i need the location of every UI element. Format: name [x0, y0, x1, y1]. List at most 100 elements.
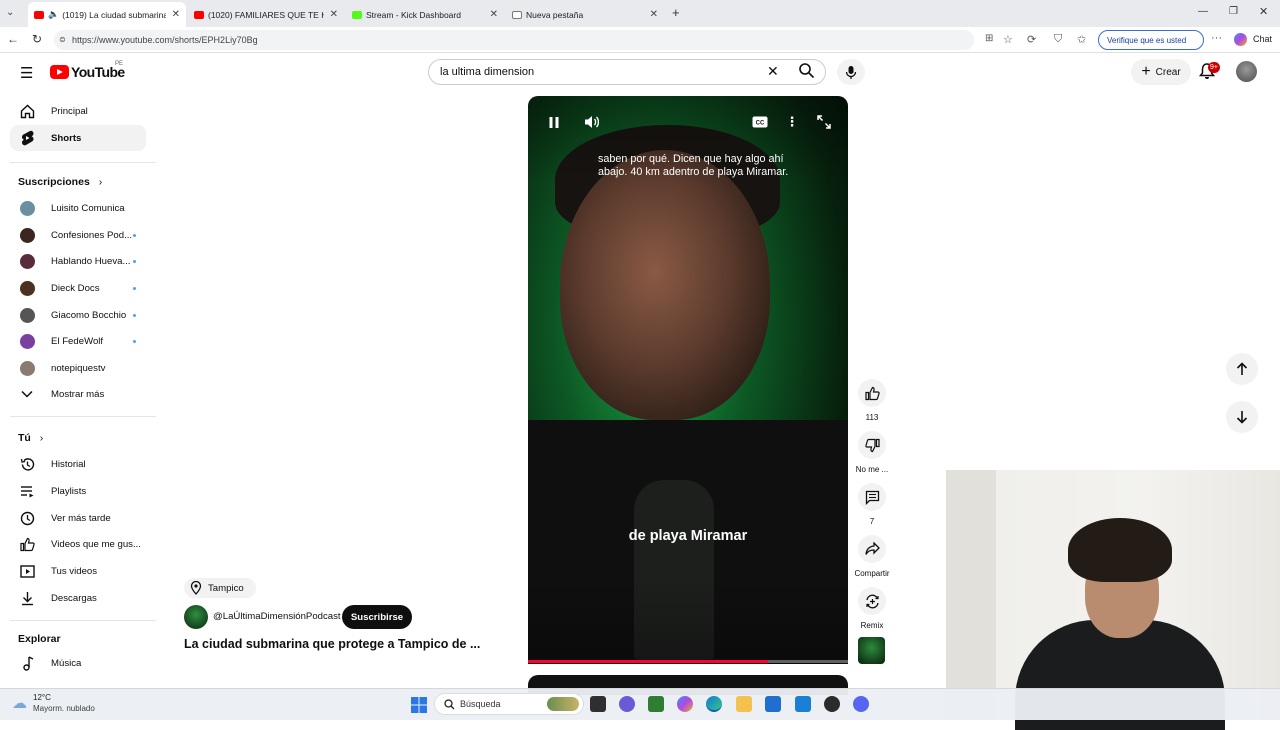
back-arrow-icon[interactable]: ← [7, 32, 19, 46]
microsoft-store-icon[interactable] [765, 696, 781, 712]
like-count: 113 [865, 413, 879, 422]
mail-icon[interactable] [795, 696, 811, 712]
close-tab-icon[interactable]: ✕ [650, 9, 658, 20]
weather-temperature[interactable]: 12°C [33, 693, 51, 702]
video-progress-bar[interactable] [528, 660, 848, 663]
sound-thumbnail[interactable] [858, 637, 885, 664]
verify-identity-chip[interactable]: Verifique que es usted [1098, 30, 1204, 50]
tab-youtube-familiares[interactable]: (1020) FAMILIARES QUE TE HACEN ✕ [188, 2, 344, 27]
sidebar-sub-confesiones[interactable]: Confesiones Pod... [10, 222, 146, 248]
remix-button[interactable] [858, 587, 886, 615]
fullscreen-icon[interactable] [813, 111, 835, 133]
sidebar-item-liked-videos[interactable]: Videos que me gus... [10, 531, 146, 557]
subscribe-button[interactable]: Suscribirse [342, 605, 412, 629]
close-window-icon[interactable]: ✕ [1259, 5, 1268, 18]
sidebar-item-playlists[interactable]: Playlists [10, 478, 146, 504]
more-options-icon[interactable]: ··· [1211, 32, 1222, 44]
sidebar-item-shorts[interactable]: Shorts [10, 125, 146, 151]
create-button[interactable]: + Crear [1131, 59, 1191, 85]
sidebar-item-historial[interactable]: Historial [10, 451, 146, 477]
new-content-dot [133, 286, 136, 290]
obs-studio-icon[interactable] [824, 696, 840, 712]
sidebar-sub-el-fedewolf[interactable]: El FedeWolf [10, 328, 146, 354]
sidebar-sub-hablando-huevadas[interactable]: Hablando Hueva... [10, 248, 146, 274]
reload-icon[interactable]: ↻ [32, 32, 42, 46]
channel-handle[interactable]: @LaÚltimaDimensiónPodcast [213, 611, 341, 622]
extensions-icon[interactable]: ⟳ [1027, 33, 1036, 46]
share-button[interactable] [858, 535, 886, 563]
dislike-button[interactable] [858, 431, 886, 459]
close-tab-icon[interactable]: ✕ [172, 9, 180, 20]
browser-essentials-icon[interactable]: ⛉ [1054, 33, 1062, 46]
sidebar-item-descargas[interactable]: Descargas [10, 585, 146, 611]
channel-avatar[interactable] [184, 605, 208, 629]
address-bar[interactable]: ⊜ https://www.youtube.com/shorts/EPH2Liy… [54, 30, 974, 50]
sidebar-item-principal[interactable]: Principal [10, 98, 146, 124]
tab-kick-dashboard[interactable]: Stream - Kick Dashboard ✕ [346, 2, 504, 27]
sidebar-item-ver-mas-tarde[interactable]: Ver más tarde [10, 505, 146, 531]
favorites-icon[interactable]: ✩ [1077, 33, 1086, 46]
sidebar-show-more[interactable]: Mostrar más [10, 381, 146, 407]
sidebar-sub-dieck-docs[interactable]: Dieck Docs [10, 275, 146, 301]
sidebar-sub-luisito-comunica[interactable]: Luisito Comunica [10, 195, 146, 221]
chevron-down-icon [19, 386, 35, 402]
subscriptions-heading[interactable]: Suscripciones › [18, 176, 102, 188]
sidebar-item-musica[interactable]: Música [10, 650, 146, 676]
weather-description[interactable]: Mayorm. nublado [33, 704, 95, 713]
short-title[interactable]: La ciudad submarina que protege a Tampic… [184, 637, 494, 651]
previous-short-button[interactable] [1226, 353, 1258, 385]
clear-search-icon[interactable]: ✕ [767, 63, 779, 80]
sidebar-sub-notepiquestv[interactable]: notepiquestv [10, 355, 146, 381]
remix-label: Remix [860, 621, 884, 630]
tab-new-tab[interactable]: Nueva pestaña ✕ [506, 2, 664, 27]
restore-window-icon[interactable]: ❐ [1229, 6, 1238, 17]
windows-start-icon[interactable] [411, 697, 427, 718]
search-query-text: la ultima dimension [440, 66, 535, 78]
close-tab-icon[interactable]: ✕ [330, 9, 338, 20]
search-icon[interactable] [798, 62, 815, 84]
notification-count-badge: 9+ [1208, 62, 1220, 73]
thumbs-up-icon [864, 386, 880, 400]
account-avatar[interactable] [1236, 61, 1257, 82]
new-tab-plus-icon[interactable]: + [672, 5, 680, 20]
audio-playing-icon[interactable]: 🔈 [48, 9, 59, 20]
video-more-options-icon[interactable]: ⋮ [781, 111, 803, 133]
favorite-star-icon[interactable]: ☆ [1003, 33, 1013, 46]
discord-icon[interactable] [853, 696, 869, 712]
voice-search-button[interactable] [837, 59, 865, 85]
file-explorer-icon[interactable] [736, 696, 752, 712]
explore-heading: Explorar [18, 633, 61, 645]
app-available-icon[interactable]: ⊞ [985, 33, 993, 44]
you-heading[interactable]: Tú › [18, 432, 43, 444]
edge-browser-icon[interactable] [706, 696, 722, 712]
sidebar-item-label: Luisito Comunica [51, 202, 125, 214]
copilot-icon[interactable] [1234, 33, 1247, 46]
excel-icon[interactable] [648, 696, 664, 712]
task-view-icon[interactable] [590, 696, 606, 712]
sidebar-item-label: Historial [51, 458, 86, 470]
sidebar-sub-giacomo-bocchio[interactable]: Giacomo Bocchio [10, 302, 146, 328]
chat-label[interactable]: Chat [1253, 34, 1272, 44]
copilot-taskbar-icon[interactable] [677, 696, 693, 712]
close-tab-icon[interactable]: ✕ [490, 9, 498, 20]
comment-icon [865, 490, 879, 505]
location-chip[interactable]: Tampico [184, 578, 256, 598]
guide-menu-icon[interactable]: ☰ [20, 64, 33, 82]
closed-captions-icon[interactable]: CC [749, 111, 771, 133]
pause-icon[interactable] [543, 111, 565, 133]
comments-button[interactable] [858, 483, 886, 511]
volume-icon[interactable] [581, 111, 603, 133]
teams-chat-icon[interactable] [619, 696, 635, 712]
taskbar-search-box[interactable]: Búsqueda [434, 693, 584, 715]
sidebar-item-label: Videos que me gus... [51, 538, 141, 550]
minimize-window-icon[interactable]: — [1198, 6, 1208, 17]
next-short-button[interactable] [1226, 401, 1258, 433]
like-button[interactable] [858, 379, 886, 407]
tab-title: (1020) FAMILIARES QUE TE HACEN [208, 9, 324, 20]
sidebar-item-tus-videos[interactable]: Tus videos [10, 558, 146, 584]
weather-cloud-icon[interactable]: ☁ [12, 694, 27, 712]
tab-list-chevron-icon[interactable]: ⌄ [6, 7, 14, 18]
youtube-logo-icon[interactable] [50, 65, 69, 79]
tab-youtube-current[interactable]: 🔈 (1019) La ciudad submarina q ✕ [28, 2, 186, 27]
site-info-icon[interactable]: ⊜ [59, 35, 66, 44]
